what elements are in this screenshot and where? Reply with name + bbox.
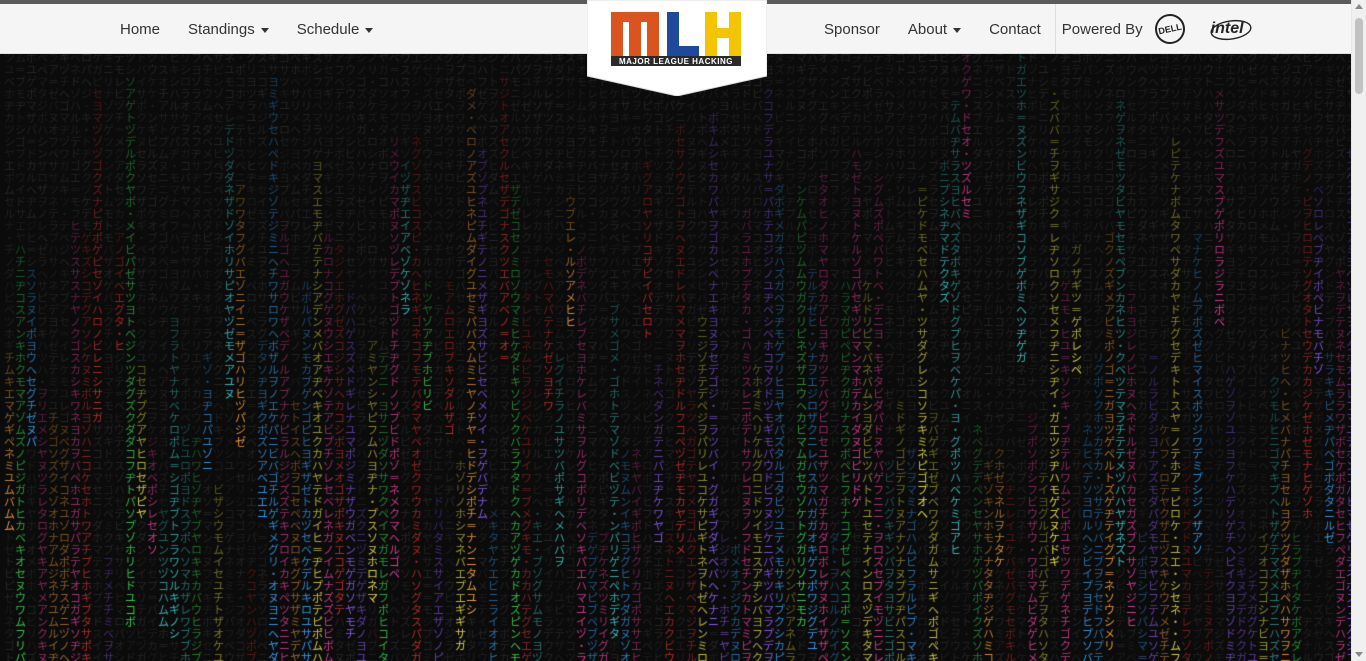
powered-by-label: Powered By	[1054, 4, 1143, 54]
intel-logo-text: intel	[1210, 20, 1244, 37]
nav-left-group: Home Standings Schedule	[106, 4, 387, 54]
mlh-logo[interactable]: MAJOR LEAGUE HACKING	[586, 0, 768, 97]
scroll-up-arrow-icon[interactable]	[1355, 4, 1363, 9]
mlh-logo-badge: MAJOR LEAGUE HACKING	[586, 0, 768, 97]
nav-right-group: Sponsor About Contact Powered By DELL intel	[810, 4, 1265, 54]
nav-home[interactable]: Home	[106, 4, 174, 54]
caret-down-icon	[260, 27, 269, 33]
scroll-down-arrow-icon[interactable]	[1355, 652, 1363, 657]
caret-down-icon	[953, 27, 962, 33]
logo-letter-m	[611, 12, 659, 56]
logo-subtitle: MAJOR LEAGUE HACKING	[619, 57, 733, 66]
nav-about[interactable]: About	[894, 4, 975, 54]
nav-schedule[interactable]: Schedule	[283, 4, 388, 54]
nav-about-label: About	[907, 20, 948, 38]
scroll-thumb[interactable]	[1355, 18, 1363, 94]
nav-sponsor[interactable]: Sponsor	[810, 4, 894, 54]
nav-standings-label: Standings	[188, 20, 255, 38]
nav-contact[interactable]: Contact	[975, 4, 1055, 54]
nav-schedule-label: Schedule	[296, 20, 360, 38]
nav-contact-label: Contact	[989, 20, 1041, 38]
sponsor-dell[interactable]: DELL	[1143, 4, 1197, 54]
sponsor-intel[interactable]: intel	[1197, 4, 1265, 54]
nav-standings[interactable]: Standings	[174, 4, 283, 54]
dell-logo-icon: DELL	[1151, 11, 1188, 47]
caret-down-icon	[365, 27, 374, 33]
matrix-rain-background	[0, 54, 1352, 661]
intel-logo-icon: intel	[1209, 16, 1253, 42]
page-scrollbar[interactable]	[1351, 0, 1366, 661]
nav-home-label: Home	[120, 20, 161, 38]
nav-sponsor-label: Sponsor	[824, 20, 880, 38]
